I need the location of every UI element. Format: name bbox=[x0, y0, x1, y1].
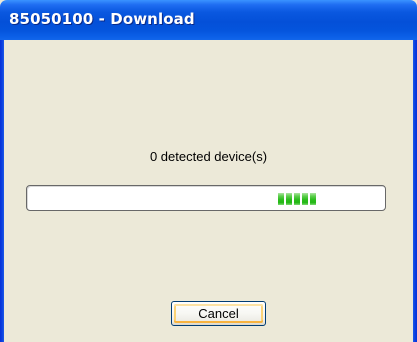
progress-block bbox=[278, 193, 284, 205]
title-bar[interactable]: 85050100 - Download bbox=[0, 0, 417, 40]
progress-block bbox=[310, 193, 316, 205]
window-title: 85050100 - Download bbox=[9, 10, 195, 28]
window-frame-right bbox=[413, 40, 417, 342]
progress-block bbox=[286, 193, 292, 205]
detected-devices-label: 0 detected device(s) bbox=[149, 149, 268, 164]
progress-block bbox=[302, 193, 308, 205]
progress-block bbox=[294, 193, 300, 205]
progress-bar bbox=[26, 185, 386, 211]
window-frame-left bbox=[0, 40, 4, 342]
progress-marquee bbox=[278, 193, 316, 205]
cancel-button[interactable]: Cancel bbox=[171, 301, 266, 326]
cancel-button-label: Cancel bbox=[198, 306, 239, 321]
download-dialog: 85050100 - Download 0 detected device(s)… bbox=[0, 0, 417, 342]
